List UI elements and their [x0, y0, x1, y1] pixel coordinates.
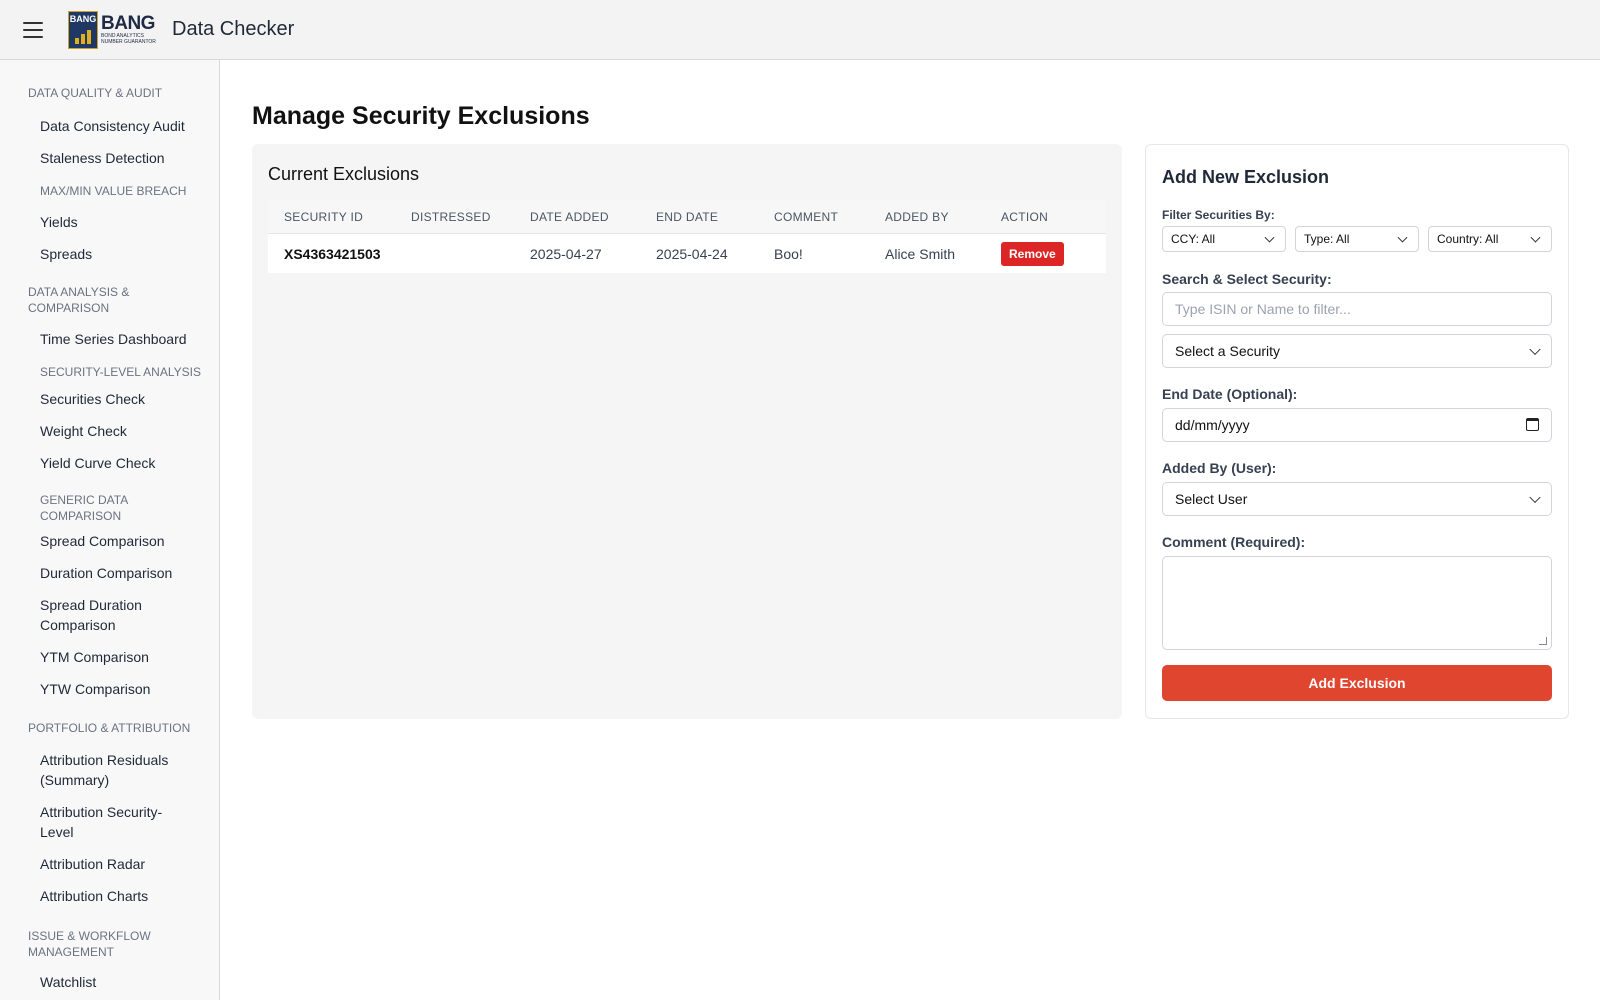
sidebar-subsection-title: GENERIC DATA COMPARISON: [40, 493, 129, 523]
date-added-cell: 2025-04-27: [530, 245, 602, 262]
sidebar-subsection-title: SECURITY-LEVEL ANALYSIS: [40, 365, 201, 379]
sidebar-item-watchlist[interactable]: Watchlist: [40, 972, 96, 992]
top-bar: BANG BANG BOND ANALYTICS NUMBER GUARANTO…: [0, 0, 1600, 60]
security-search-input[interactable]: Type ISIN or Name to filter...: [1162, 292, 1552, 326]
comment-textarea[interactable]: [1162, 556, 1552, 650]
sidebar-item-spreads[interactable]: Spreads: [40, 244, 92, 264]
sidebar-item-yields[interactable]: Yields: [40, 212, 78, 232]
sidebar-section-title: PORTFOLIO & ATTRIBUTION: [28, 721, 191, 735]
sidebar-item-attribution-security-level[interactable]: Attribution Security- Level: [40, 802, 162, 842]
chevron-down-icon: [1530, 232, 1541, 243]
sidebar: DATA QUALITY & AUDIT Data Consistency Au…: [0, 60, 220, 1000]
comment-label: Comment (Required):: [1162, 534, 1306, 550]
table-row: XS4363421503 2025-04-27 2025-04-24 Boo! …: [268, 234, 1106, 273]
column-header: ADDED BY: [885, 209, 949, 224]
column-header: DATE ADDED: [530, 209, 609, 224]
ccy-filter-select[interactable]: CCY: All: [1162, 226, 1286, 252]
column-header: ACTION: [1001, 209, 1049, 224]
sidebar-item-data-consistency-audit[interactable]: Data Consistency Audit: [40, 116, 185, 136]
sidebar-item-attribution-residuals[interactable]: Attribution Residuals (Summary): [40, 750, 168, 790]
logo-word: BANG: [101, 13, 155, 34]
sidebar-section-title: ISSUE & WORKFLOW MANAGEMENT: [28, 929, 151, 959]
sidebar-item-staleness-detection[interactable]: Staleness Detection: [40, 148, 165, 168]
sidebar-subsection-title: MAX/MIN VALUE BREACH: [40, 184, 187, 198]
end-date-cell: 2025-04-24: [656, 245, 728, 262]
added-by-cell: Alice Smith: [885, 245, 956, 262]
sidebar-item-spread-duration-comparison[interactable]: Spread Duration Comparison: [40, 595, 142, 635]
chevron-down-icon: [1264, 232, 1275, 243]
sidebar-item-attribution-radar[interactable]: Attribution Radar: [40, 854, 145, 874]
calendar-icon[interactable]: [1526, 418, 1539, 431]
app-title: Data Checker: [172, 18, 295, 40]
menu-icon[interactable]: [23, 21, 43, 38]
sidebar-section-title: DATA QUALITY & AUDIT: [28, 86, 163, 100]
user-select[interactable]: Select User: [1162, 482, 1552, 516]
sidebar-section-title: DATA ANALYSIS & COMPARISON: [28, 285, 130, 315]
exclusions-table: SECURITY ID DISTRESSED DATE ADDED END DA…: [268, 200, 1106, 273]
added-by-label: Added By (User):: [1162, 460, 1277, 476]
end-date-input[interactable]: dd/mm/yyyy: [1162, 408, 1552, 442]
sidebar-item-attribution-charts[interactable]: Attribution Charts: [40, 886, 148, 906]
sidebar-item-ytw-comparison[interactable]: YTW Comparison: [40, 679, 150, 699]
logo-tagline: NUMBER GUARANTOR: [101, 39, 156, 45]
add-exclusion-panel: Add New Exclusion Filter Securities By: …: [1145, 144, 1569, 719]
sidebar-item-weight-check[interactable]: Weight Check: [40, 421, 127, 441]
current-exclusions-panel: Current Exclusions SECURITY ID DISTRESSE…: [252, 144, 1122, 719]
sidebar-item-duration-comparison[interactable]: Duration Comparison: [40, 563, 172, 583]
sidebar-item-securities-check[interactable]: Securities Check: [40, 389, 145, 409]
sidebar-item-ytm-comparison[interactable]: YTM Comparison: [40, 647, 149, 667]
column-header: END DATE: [656, 209, 719, 224]
column-header: DISTRESSED: [411, 209, 491, 224]
chevron-down-icon: [1529, 491, 1541, 504]
filter-label: Filter Securities By:: [1162, 208, 1275, 222]
sidebar-item-yield-curve-check[interactable]: Yield Curve Check: [40, 453, 155, 473]
search-label: Search & Select Security:: [1162, 271, 1332, 287]
end-date-label: End Date (Optional):: [1162, 386, 1298, 402]
sidebar-item-spread-comparison[interactable]: Spread Comparison: [40, 531, 165, 551]
remove-button[interactable]: Remove: [1001, 241, 1064, 266]
sidebar-item-time-series-dashboard[interactable]: Time Series Dashboard: [40, 329, 187, 349]
logo-badge: BANG: [68, 10, 98, 49]
column-header: COMMENT: [774, 209, 839, 224]
add-exclusion-button[interactable]: Add Exclusion: [1162, 665, 1552, 701]
chevron-down-icon: [1397, 232, 1408, 243]
resize-handle-icon[interactable]: [1539, 637, 1547, 645]
type-filter-select[interactable]: Type: All: [1295, 226, 1419, 252]
current-exclusions-heading: Current Exclusions: [268, 164, 420, 184]
table-header: SECURITY ID DISTRESSED DATE ADDED END DA…: [268, 200, 1106, 234]
page-title: Manage Security Exclusions: [252, 102, 590, 130]
column-header: SECURITY ID: [284, 209, 364, 224]
security-select[interactable]: Select a Security: [1162, 334, 1552, 368]
chevron-down-icon: [1529, 343, 1541, 356]
country-filter-select[interactable]: Country: All: [1428, 226, 1552, 252]
add-exclusion-heading: Add New Exclusion: [1162, 167, 1330, 187]
comment-cell: Boo!: [774, 245, 803, 262]
logo: BANG BANG BOND ANALYTICS NUMBER GUARANTO…: [68, 10, 162, 50]
action-cell: Remove: [1001, 241, 1106, 266]
security-id-cell: XS4363421503: [284, 245, 381, 262]
